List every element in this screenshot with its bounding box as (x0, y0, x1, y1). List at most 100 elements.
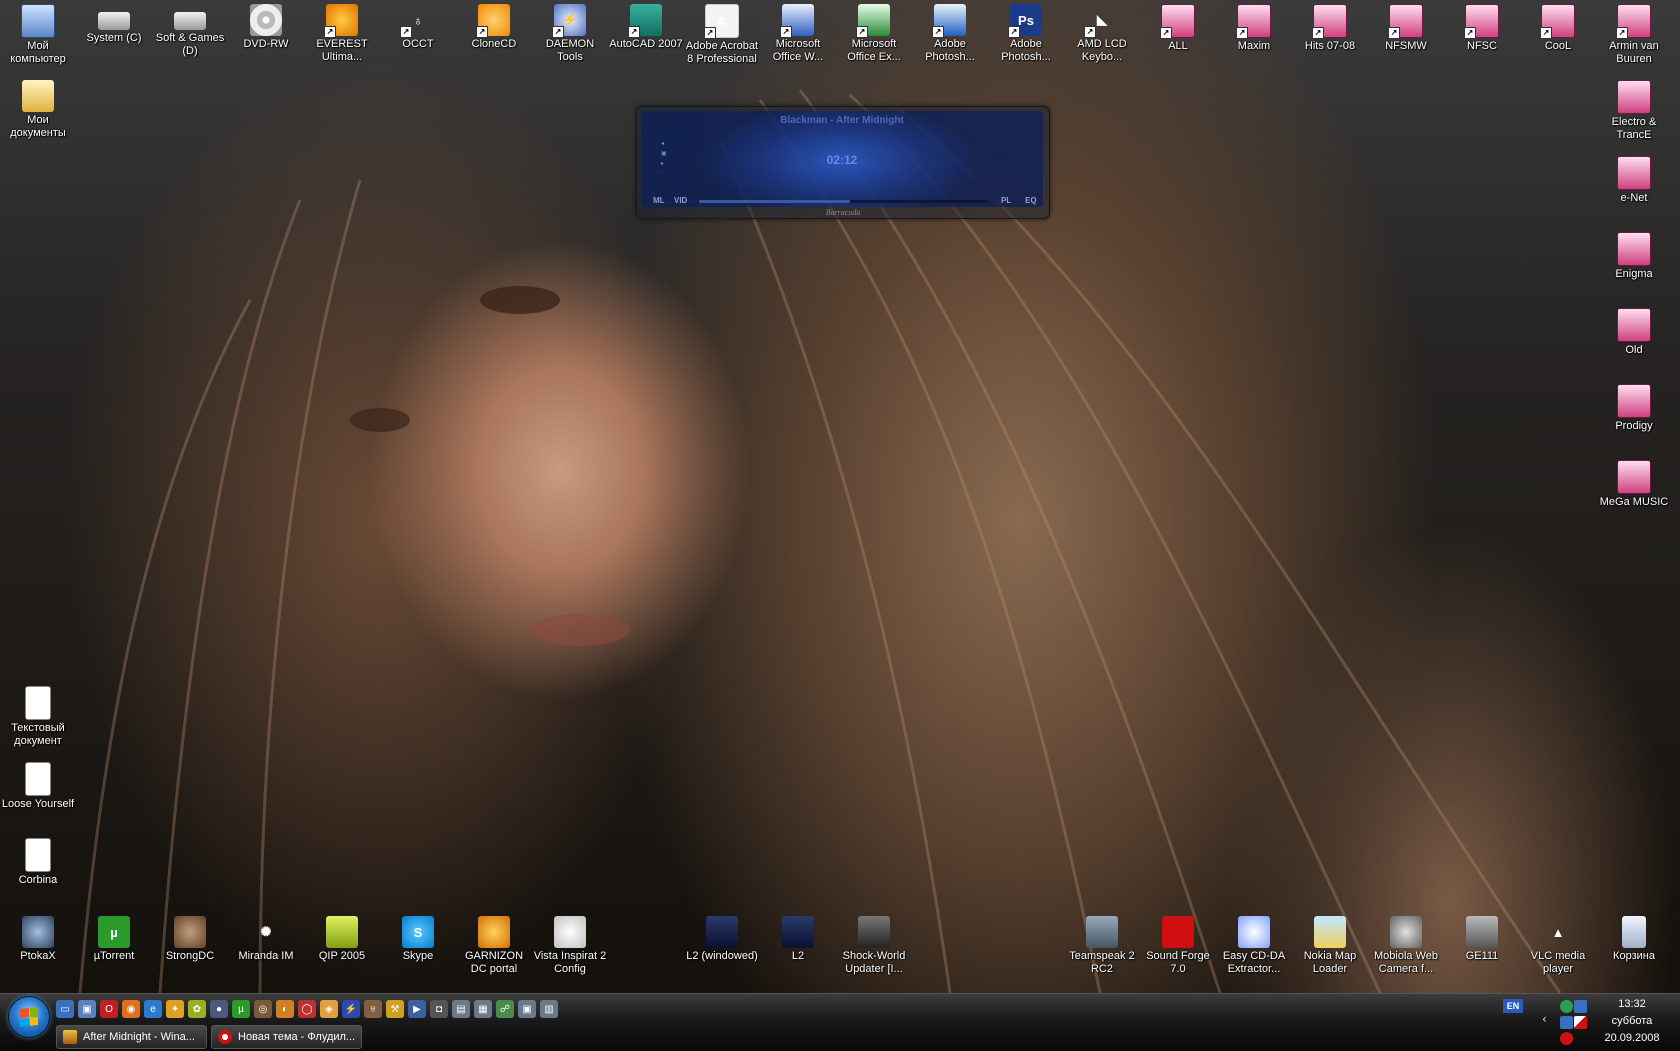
desktop-icon[interactable]: ♁ ↗ OCCT (380, 2, 456, 51)
desktop-icon[interactable]: Easy CD-DA Extractor... (1216, 914, 1292, 975)
hard-drive-icon (98, 12, 130, 30)
calculator-quick-icon[interactable]: ▦ (474, 1000, 492, 1018)
tray-alert-icon[interactable] (1560, 1032, 1573, 1045)
desktop-icon[interactable]: L2 (windowed) (684, 914, 760, 963)
winamp-seek-bar[interactable] (699, 200, 989, 203)
tool-quick-icon[interactable]: ♅ (364, 1000, 382, 1018)
desktop-icon[interactable]: Корзина (1596, 914, 1672, 963)
task-button-winamp[interactable]: After Midnight - Wina... (56, 1025, 207, 1049)
app-quick-icon[interactable]: ◈ (320, 1000, 338, 1018)
strongdc-quick-icon[interactable]: ◎ (254, 1000, 272, 1018)
task-button-opera[interactable]: Новая тема - Флудил... (211, 1025, 362, 1049)
desktop-icon[interactable]: Sound Forge 7.0 (1140, 914, 1216, 975)
opera-quick-icon[interactable]: O (100, 1000, 118, 1018)
network-quick-icon[interactable]: ☍ (496, 1000, 514, 1018)
shortcut-arrow-icon: ↗ (856, 26, 868, 38)
tray-network-icon[interactable] (1560, 1016, 1573, 1029)
desktop-icon[interactable]: Nokia Map Loader (1292, 914, 1368, 975)
shortcut-arrow-icon: ↗ (1084, 26, 1096, 38)
winamp-player[interactable]: Blackman - After Midnight ◂ ▣ ▸ · 02:12 ML … (636, 106, 1050, 219)
shortcut-arrow-icon: ↗ (628, 26, 640, 38)
desktop-icon[interactable]: Loose Yourself (0, 760, 76, 811)
show-desktop-icon[interactable]: ▭ (56, 1000, 74, 1018)
desktop-icon[interactable]: ↗ NFSMW (1368, 2, 1444, 53)
winamp-eq-button[interactable]: EQ (1025, 196, 1037, 205)
ptokax-quick-icon[interactable]: ● (210, 1000, 228, 1018)
desktop-icon[interactable]: GARNIZON DC portal (456, 914, 532, 975)
desktop-icon[interactable]: Soft & Games (D) (152, 2, 228, 57)
taskbar-clock[interactable]: 13:32 суббота 20.09.2008 (1586, 996, 1678, 1047)
desktop-icon[interactable]: Mobiola Web Camera f... (1368, 914, 1444, 975)
qip-quick-icon[interactable]: ✿ (188, 1000, 206, 1018)
desktop-icon[interactable]: ↗ CooL (1520, 2, 1596, 53)
desktop-icon[interactable]: Мой компьютер (0, 2, 76, 65)
my-computer-icon (21, 4, 55, 38)
desktop-icon[interactable]: Teamspeak 2 RC2 (1064, 914, 1140, 975)
desktop-icon[interactable]: ✺ Miranda IM (228, 914, 304, 963)
desktop-icon[interactable]: Vista Inspirat 2 Config (532, 914, 608, 975)
desktop-icon[interactable]: ↗ Microsoft Office Ex... (836, 2, 912, 63)
desktop-icon[interactable]: Electro & TrancE (1596, 78, 1672, 141)
desktop-icon[interactable]: L2 (760, 914, 836, 963)
my-computer-quick-icon[interactable]: ▣ (78, 1000, 96, 1018)
winamp-ml-button[interactable]: ML (653, 196, 665, 205)
desktop-icon[interactable]: Old (1596, 306, 1672, 357)
qip-icon (326, 916, 358, 948)
desktop-icon-label: Nokia Map Loader (1303, 950, 1357, 975)
desktop-icon[interactable]: QIP 2005 (304, 914, 380, 963)
tray-network-status-icon[interactable] (1560, 1000, 1573, 1013)
tray-expand-chevron-icon[interactable]: ‹ (1542, 1012, 1547, 1026)
desktop-icon[interactable]: System (C) (76, 2, 152, 45)
desktop-icon-label: Vista Inspirat 2 Config (533, 950, 607, 975)
desktop-icon[interactable]: e-Net (1596, 154, 1672, 205)
desktop-icon[interactable]: PtokaX (0, 914, 76, 963)
desktop-icon[interactable]: Shock-World Updater [I... (836, 914, 912, 975)
desktop-icon[interactable]: ▲ VLC media player (1520, 914, 1596, 975)
camera-quick-icon[interactable]: ◘ (430, 1000, 448, 1018)
desktop-icon[interactable]: ↗ Maxim (1216, 2, 1292, 53)
desktop-icon[interactable]: ◣ ↗ AMD LCD Keybo... (1064, 2, 1140, 63)
desktop-icon[interactable]: S Skype (380, 914, 456, 963)
winamp-pl-button[interactable]: PL (1001, 196, 1011, 205)
desktop-icon[interactable]: ↗ ALL (1140, 2, 1216, 53)
desktop-icon[interactable]: DVD-RW (228, 2, 304, 51)
tile-windows-quick-icon[interactable]: ▥ (540, 1000, 558, 1018)
desktop-icon[interactable]: ↗ Microsoft Office W... (760, 2, 836, 63)
desktop-icon[interactable]: ↗ Adobe Photosh... (912, 2, 988, 63)
start-button[interactable] (8, 996, 50, 1038)
desktop-icon[interactable]: Ps ↗ Adobe Photosh... (988, 2, 1064, 63)
desktop-icon[interactable]: MeGa MUSIC (1596, 458, 1672, 509)
desktop-icon[interactable]: ↗ AutoCAD 2007 (608, 2, 684, 51)
utorrent-quick-icon[interactable]: µ (232, 1000, 250, 1018)
desktop-icon[interactable]: GE111 (1444, 914, 1520, 963)
desktop-icon[interactable]: Текстовый документ (0, 684, 76, 747)
desktop-icon[interactable]: Enigma (1596, 230, 1672, 281)
ptokax-icon (22, 916, 54, 948)
media-player-quick-icon[interactable]: ▶ (408, 1000, 426, 1018)
language-indicator[interactable]: EN (1503, 999, 1523, 1013)
desktop-icon-label: CooL (1544, 40, 1572, 52)
winrar-quick-icon[interactable]: ⚒ (386, 1000, 404, 1018)
desktop-icon[interactable]: Corbina (0, 836, 76, 887)
winamp-vid-button[interactable]: VID (674, 196, 687, 205)
firefox-quick-icon[interactable]: ◉ (122, 1000, 140, 1018)
desktop-icon[interactable]: µ µTorrent (76, 914, 152, 963)
desktop-icon[interactable]: ↗ CloneCD (456, 2, 532, 51)
window-quick-icon[interactable]: ▤ (452, 1000, 470, 1018)
display-quick-icon[interactable]: ▣ (518, 1000, 536, 1018)
opera-alt-quick-icon[interactable]: ◯ (298, 1000, 316, 1018)
desktop-icon[interactable]: ↗ EVEREST Ultima... (304, 2, 380, 63)
miranda-quick-icon[interactable]: ✦ (166, 1000, 184, 1018)
desktop-icon[interactable]: ↗ NFSC (1444, 2, 1520, 53)
garnizon-quick-icon[interactable]: ◐ (276, 1000, 294, 1018)
lineage2-icon (782, 916, 814, 948)
desktop-icon[interactable]: A ↗ Adobe Acrobat 8 Professional (684, 2, 760, 65)
desktop-icon[interactable]: Prodigy (1596, 382, 1672, 433)
desktop-icon[interactable]: ↗ Armin van Buuren (1596, 2, 1672, 65)
desktop-icon[interactable]: ⚡ ↗ DAEMON Tools (532, 2, 608, 63)
ie-quick-icon[interactable]: e (144, 1000, 162, 1018)
desktop-icon[interactable]: ↗ Hits 07-08 (1292, 2, 1368, 53)
desktop-icon[interactable]: StrongDC (152, 914, 228, 963)
desktop-icon[interactable]: Мои документы (0, 78, 76, 139)
daemon-tools-quick-icon[interactable]: ⚡ (342, 1000, 360, 1018)
